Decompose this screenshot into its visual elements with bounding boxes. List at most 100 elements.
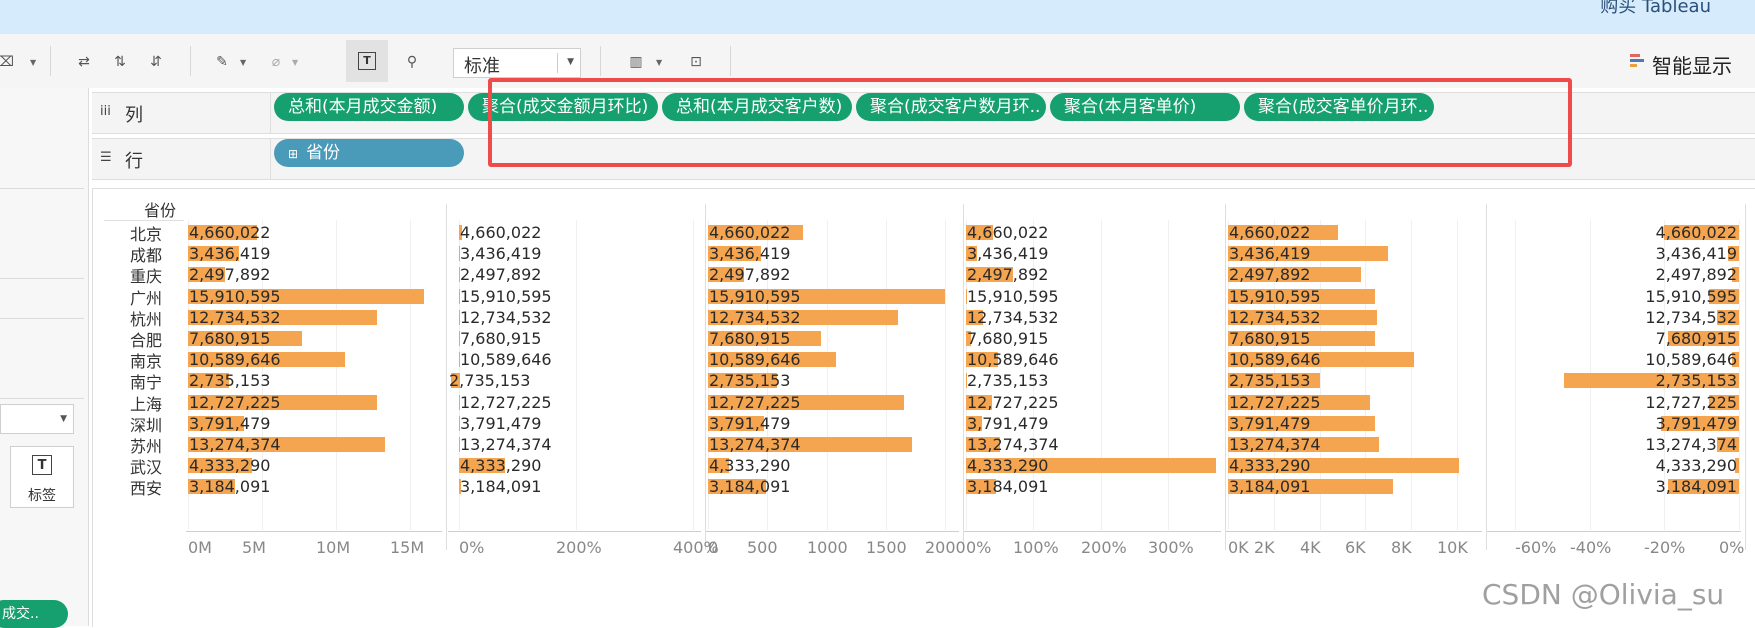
bar-data-label: 2,497,892	[967, 265, 1049, 285]
bar-data-label: 7,680,915	[967, 329, 1049, 348]
bar-data-label: 15,910,595	[709, 286, 801, 306]
bar-data-label: 4,333,290	[189, 456, 271, 476]
buy-tableau-link[interactable]: 购买 Tableau	[1600, 0, 1711, 18]
bar-data-label: 7,680,915	[1655, 329, 1737, 348]
bar-data-label: 4,333,290	[967, 456, 1049, 476]
bar-data-label: 2,735,153	[1229, 371, 1311, 391]
swap-rows-columns-icon[interactable]: ⇄	[74, 52, 94, 72]
show-cards-icon[interactable]: ▥	[626, 52, 646, 72]
axis-line	[964, 531, 1221, 532]
bar-data-label: 3,184,091	[709, 477, 791, 497]
pin-icon[interactable]: ⚲	[402, 52, 422, 72]
bar-data-label: 12,734,532	[709, 307, 801, 327]
bar-data-label: 10,589,646	[189, 350, 281, 370]
gridline	[886, 220, 887, 530]
chevron-down-icon[interactable]: ▼	[240, 58, 246, 67]
chevron-down-icon: ▼	[60, 414, 67, 424]
bar-data-label: 10,589,646	[709, 350, 801, 370]
bar-data-label: 13,274,374	[1229, 435, 1321, 454]
mark-type-select[interactable]: ▼	[0, 404, 74, 434]
bar-data-label: 2,735,153	[709, 371, 791, 391]
bar-data-label: 10,589,646	[1229, 350, 1321, 370]
label-mark-card[interactable]: T 标签	[10, 446, 74, 508]
axis-tick-label: 10K	[1437, 538, 1468, 557]
bar-data-label: 15,910,595	[967, 286, 1059, 306]
sort-descending-icon[interactable]: ⇵	[146, 52, 166, 72]
marks-pill[interactable]: 成交..	[0, 600, 68, 628]
axis-tick-label: 0%	[459, 538, 485, 557]
columns-shelf-label: 列	[125, 105, 143, 126]
bar-data-label: 12,734,532	[1645, 307, 1737, 327]
axis-tick-label: 0	[708, 538, 719, 557]
pane-separator	[1225, 204, 1226, 550]
gridline	[1168, 220, 1169, 530]
bar-data-label: 2,735,153	[967, 371, 1049, 391]
bar-data-label: 12,727,225	[460, 392, 552, 412]
axis-tick-label: 0M	[188, 538, 212, 557]
gridline	[1411, 220, 1412, 530]
bar-data-label: 4,333,290	[1655, 456, 1737, 476]
bar-data-label: 13,274,374	[1645, 435, 1737, 454]
row-pill[interactable]: ⊞ 省份	[274, 139, 464, 167]
show-me-icon[interactable]	[1630, 53, 1644, 69]
gridline	[576, 220, 577, 530]
axis-tick-label: 500	[747, 538, 778, 557]
bar-data-label: 3,791,479	[709, 413, 791, 433]
bar-data-label: 4,660,022	[189, 223, 271, 242]
axis-line	[186, 531, 442, 532]
bar-data-label: 15,910,595	[1645, 286, 1737, 306]
bar-data-label: 10,589,646	[1645, 350, 1737, 370]
bar-data-label: 3,791,479	[460, 413, 542, 433]
bar-data-label: 4,660,022	[709, 223, 791, 242]
bar-data-label: 3,184,091	[189, 477, 271, 497]
bar-data-label: 3,436,419	[189, 244, 271, 264]
sort-ascending-icon[interactable]: ⇅	[110, 52, 130, 72]
show-labels-button[interactable]: T	[346, 40, 388, 82]
axis-tick-label: -60%	[1515, 538, 1557, 557]
bar-data-label: 2,497,892	[1655, 265, 1737, 285]
bar-data-label: 3,791,479	[967, 413, 1049, 433]
province-label[interactable]: 西安	[130, 475, 180, 499]
chevron-down-icon[interactable]: ▼	[656, 58, 662, 67]
presentation-mode-icon[interactable]: ⊡	[686, 52, 706, 72]
axis-tick-label: 4K	[1300, 538, 1321, 557]
show-me-label[interactable]: 智能显示	[1652, 50, 1732, 79]
fit-select-value: 标准	[464, 56, 500, 77]
bar-data-label: 2,735,153	[449, 371, 531, 391]
label-card-text: 标签	[28, 488, 56, 504]
axis-tick-label: 5M	[242, 538, 266, 557]
rows-icon: ☰	[100, 150, 112, 165]
bar-data-label: 2,497,892	[1229, 265, 1311, 285]
bar-data-label: 2,735,153	[1655, 371, 1737, 391]
bar-data-label: 3,436,419	[967, 244, 1049, 264]
row-header: 省份	[144, 201, 177, 220]
chevron-down-icon: ▼	[567, 57, 574, 67]
bar-data-label: 3,436,419	[460, 244, 542, 264]
highlight-pen-icon[interactable]: ✎	[212, 52, 232, 72]
axis-tick-label: 300%	[1148, 538, 1194, 557]
bar-data-label: 3,436,419	[709, 244, 791, 264]
axis-line	[448, 531, 701, 532]
fit-select[interactable]: 标准 ▼	[453, 48, 581, 78]
bar-data-label: 12,727,225	[189, 392, 281, 412]
axis-tick-label: 100%	[1013, 538, 1059, 557]
column-pill[interactable]: 总和(本月成交金额)	[274, 93, 464, 121]
bar-data-label: 12,734,532	[460, 307, 552, 327]
chevron-down-icon[interactable]: ▼	[292, 58, 298, 67]
bar-data-label: 3,184,091	[967, 477, 1049, 497]
clear-sheet-icon[interactable]: ⌧	[0, 52, 16, 72]
bar-data-label: 15,910,595	[189, 286, 281, 306]
axis-tick-label: 200%	[556, 538, 602, 557]
bar-data-label: 3,184,091	[1229, 477, 1311, 497]
bar-data-label: 3,184,091	[1655, 477, 1737, 497]
gridline	[1515, 220, 1516, 530]
axis-tick-label: 0K	[1228, 538, 1249, 557]
chevron-down-icon[interactable]: ▼	[30, 58, 36, 67]
axis-line	[706, 531, 959, 532]
group-clip-icon[interactable]: ⌀	[266, 52, 286, 72]
axis-tick-label: 2K	[1254, 538, 1275, 557]
bar-data-label: 13,274,374	[189, 435, 281, 454]
bar-data-label: 12,727,225	[1229, 392, 1321, 412]
highlight-annotation-box	[488, 78, 1572, 167]
bar-data-label: 3,436,419	[1655, 244, 1737, 264]
